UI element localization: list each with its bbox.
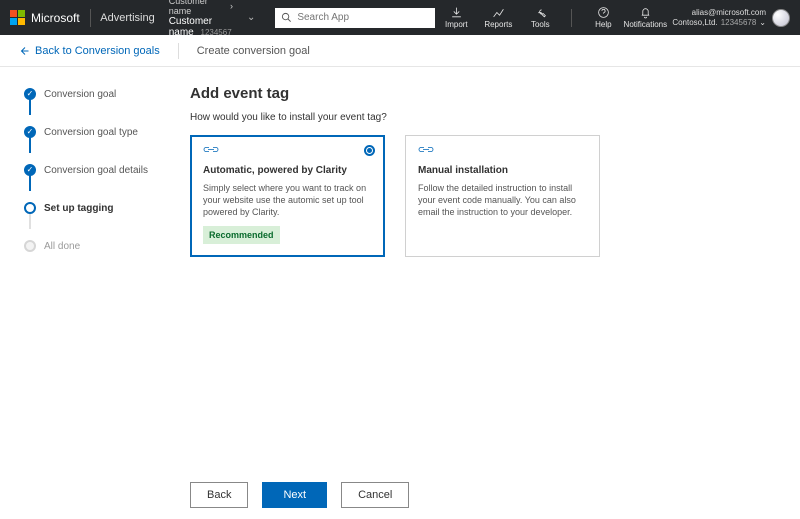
account-email: alias@microsoft.com [692, 8, 766, 17]
step-dot-done [24, 126, 36, 138]
back-link[interactable]: Back to Conversion goals [18, 45, 160, 57]
option-cards: Automatic, powered by Clarity Simply sel… [190, 135, 782, 257]
notifications-label: Notifications [624, 20, 668, 29]
search-box[interactable] [275, 8, 435, 28]
step-label: Conversion goal [44, 89, 116, 100]
import-icon [450, 6, 463, 19]
card-title: Manual installation [418, 164, 587, 178]
step-dot-done [24, 164, 36, 176]
help-tool[interactable]: Help [582, 6, 624, 29]
recommended-badge: Recommended [203, 226, 280, 244]
link-icon [418, 146, 587, 160]
import-tool[interactable]: Import [435, 6, 477, 29]
cancel-button[interactable]: Cancel [341, 482, 409, 508]
header-tools: Import Reports Tools Help Notifications … [435, 6, 790, 29]
step-conversion-goal: Conversion goal [24, 85, 160, 103]
microsoft-logo-icon [10, 10, 25, 25]
account-name: Contoso,Ltd. [672, 18, 717, 27]
top-header: Microsoft Advertising Customer name › Cu… [0, 0, 800, 35]
prompt-text: How would you like to install your event… [190, 112, 782, 123]
arrow-left-icon [18, 45, 30, 57]
tools-tool[interactable]: Tools [519, 6, 561, 29]
back-label: Back to Conversion goals [35, 45, 160, 57]
avatar[interactable] [772, 9, 790, 27]
next-button[interactable]: Next [262, 482, 327, 508]
step-dot-pending [24, 240, 36, 252]
card-desc: Simply select where you want to track on… [203, 182, 372, 218]
tools-label: Tools [531, 20, 550, 29]
link-icon [203, 146, 372, 160]
chevron-down-icon[interactable]: ⌄ [247, 12, 255, 23]
step-label: Conversion goal type [44, 127, 138, 138]
chevron-right-icon: › [230, 2, 233, 12]
brand-label: Microsoft [31, 11, 80, 25]
card-title: Automatic, powered by Clarity [203, 164, 372, 178]
chevron-down-icon: ⌄ [759, 18, 766, 27]
radio-selected[interactable] [364, 145, 375, 156]
option-automatic[interactable]: Automatic, powered by Clarity Simply sel… [190, 135, 385, 257]
help-label: Help [595, 20, 611, 29]
customer-selector[interactable]: Customer name › Customer name 1234567 [169, 0, 233, 38]
reports-icon [492, 6, 505, 19]
account-info[interactable]: alias@microsoft.com Contoso,Ltd. 1234567… [672, 8, 766, 26]
customer-line1: Customer name [169, 0, 226, 16]
step-label: Conversion goal details [44, 165, 148, 176]
step-set-up-tagging: Set up tagging [24, 199, 160, 217]
import-label: Import [445, 20, 468, 29]
brand: Microsoft [10, 10, 80, 25]
step-dot-current [24, 202, 36, 214]
heading: Add event tag [190, 85, 782, 102]
main-content: Add event tag How would you like to inst… [160, 67, 800, 471]
help-icon [597, 6, 610, 19]
notifications-tool[interactable]: Notifications [624, 6, 666, 29]
divider [90, 9, 91, 27]
divider [178, 43, 179, 59]
search-input[interactable] [297, 12, 429, 23]
card-desc: Follow the detailed instruction to insta… [418, 182, 587, 218]
reports-tool[interactable]: Reports [477, 6, 519, 29]
subheader: Back to Conversion goals Create conversi… [0, 35, 800, 67]
footer-actions: Back Next Cancel [0, 471, 800, 519]
step-label: Set up tagging [44, 203, 113, 214]
page-title: Create conversion goal [197, 45, 310, 57]
divider [571, 9, 572, 27]
wrench-icon [534, 6, 547, 19]
step-label: All done [44, 241, 80, 252]
product-label: Advertising [100, 12, 154, 24]
body: Conversion goal Conversion goal type Con… [0, 67, 800, 471]
step-conversion-goal-type: Conversion goal type [24, 123, 160, 141]
step-conversion-goal-details: Conversion goal details [24, 161, 160, 179]
customer-number: 1234567 [201, 28, 232, 37]
account-number: 12345678 [721, 18, 757, 27]
step-all-done: All done [24, 237, 160, 255]
stepper: Conversion goal Conversion goal type Con… [0, 67, 160, 471]
bell-icon [639, 6, 652, 19]
search-icon [281, 12, 292, 23]
option-manual[interactable]: Manual installation Follow the detailed … [405, 135, 600, 257]
back-button[interactable]: Back [190, 482, 248, 508]
step-dot-done [24, 88, 36, 100]
reports-label: Reports [484, 20, 512, 29]
